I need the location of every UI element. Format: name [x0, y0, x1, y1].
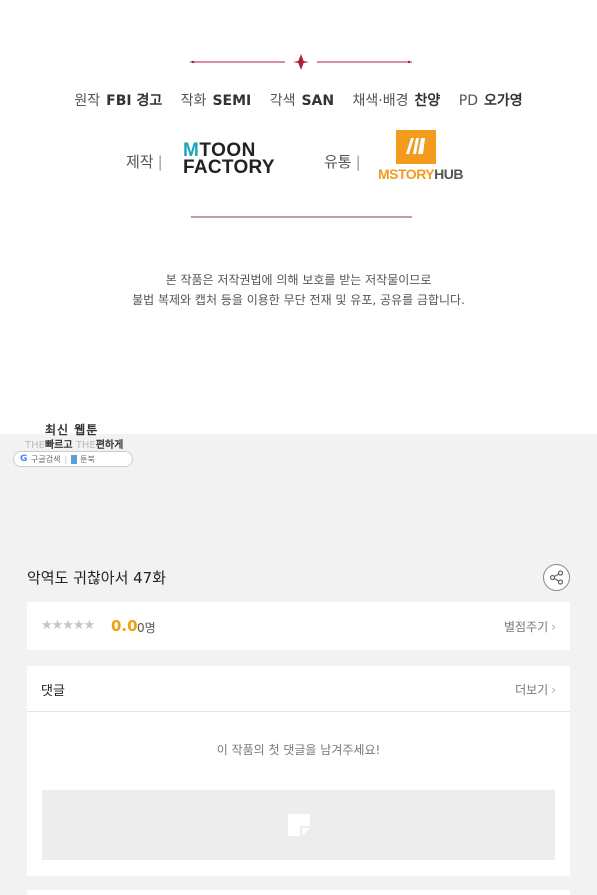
credit-role: 작화 [180, 93, 207, 109]
episode-title: 악역도 귀찮아서 47화 [27, 569, 167, 587]
rating-count: 0명 [137, 621, 156, 635]
mstory-hub-logo: MSTORYHUB [378, 130, 463, 184]
credit-name: SAN [301, 93, 335, 109]
empty-comments-message: 이 작품의 첫 댓글을 남겨주세요! [216, 743, 381, 757]
credit-role: 채색·배경 [352, 93, 409, 109]
comments-card: 댓글 더보기 › 이 작품의 첫 댓글을 남겨주세요! [27, 666, 570, 876]
mstory-logo-hub: HUB [434, 166, 463, 182]
more-comments-link[interactable]: 더보기 › [515, 681, 556, 698]
mtoon-logo-line2: FACTORY [183, 157, 275, 178]
book-icon [396, 130, 436, 164]
rating-stars: ★★★★★ [41, 618, 95, 633]
credit-name: FBI 경고 [106, 93, 163, 109]
copyright-line: 본 작품은 저작권법에 의해 보호를 받는 저작물이므로 [165, 273, 432, 287]
chevron-right-icon: › [551, 620, 556, 634]
distribution-label: 유통 | [324, 153, 361, 171]
google-icon: G [20, 454, 28, 464]
mstory-logo-text: MSTORY [378, 166, 435, 182]
credit-name: 오가영 [483, 93, 523, 109]
production-label: 제작 | [126, 153, 163, 171]
share-button[interactable] [543, 564, 570, 591]
comment-input-area[interactable] [42, 790, 555, 860]
rating-card: ★★★★★ 0.0 0명 별점주기 › [27, 602, 570, 650]
rating-score: 0.0 [111, 617, 138, 635]
credits-section: 원작 FBI 경고 작화 SEMI 각색 SAN 채색·배경 찬양 PD 오가영 제작 | … [0, 0, 597, 434]
comments-header: 댓글 더보기 › [27, 666, 570, 712]
promo-book-label: 툰북 [80, 454, 95, 464]
image-placeholder-icon [288, 814, 310, 836]
copyright-line: 불법 복제와 캡처 등을 이용한 무단 전재 및 유포, 공유를 금합니다. [132, 293, 465, 307]
credit-role: 원작 [74, 93, 101, 109]
next-section-card [27, 890, 570, 895]
distribution-label-text: 유통 [324, 153, 352, 171]
share-icon [549, 570, 564, 585]
credit-role: PD [458, 93, 478, 109]
copyright-notice: 본 작품은 저작권법에 의해 보호를 받는 저작물이므로 불법 복제와 캡처 등… [0, 270, 597, 310]
promo-search-pill[interactable]: G 구글검색 | 툰북 [13, 451, 133, 467]
chevron-right-icon: › [551, 683, 556, 697]
staff-credits: 원작 FBI 경고 작화 SEMI 각색 SAN 채색·배경 찬양 PD 오가영 [0, 90, 597, 110]
promo-google-label: 구글검색 [31, 454, 61, 464]
rate-button[interactable]: 별점주기 › [504, 618, 556, 635]
comments-title: 댓글 [41, 684, 65, 699]
production-label-text: 제작 [126, 153, 154, 171]
ornament-divider [190, 54, 412, 70]
credit-role: 각색 [269, 93, 296, 109]
mtoon-factory-logo: MTOON FACTORY [183, 141, 275, 178]
promo-banner[interactable]: 최신 웹툰 THE빠르고 THE편하게 G 구글검색 | 툰북 [13, 421, 133, 467]
credit-name: SEMI [212, 93, 252, 109]
divider-line [191, 216, 412, 218]
bookmark-icon [71, 454, 78, 464]
credit-name: 찬양 [414, 93, 441, 109]
promo-tagline: THE빠르고 THE편하게 [25, 440, 124, 451]
